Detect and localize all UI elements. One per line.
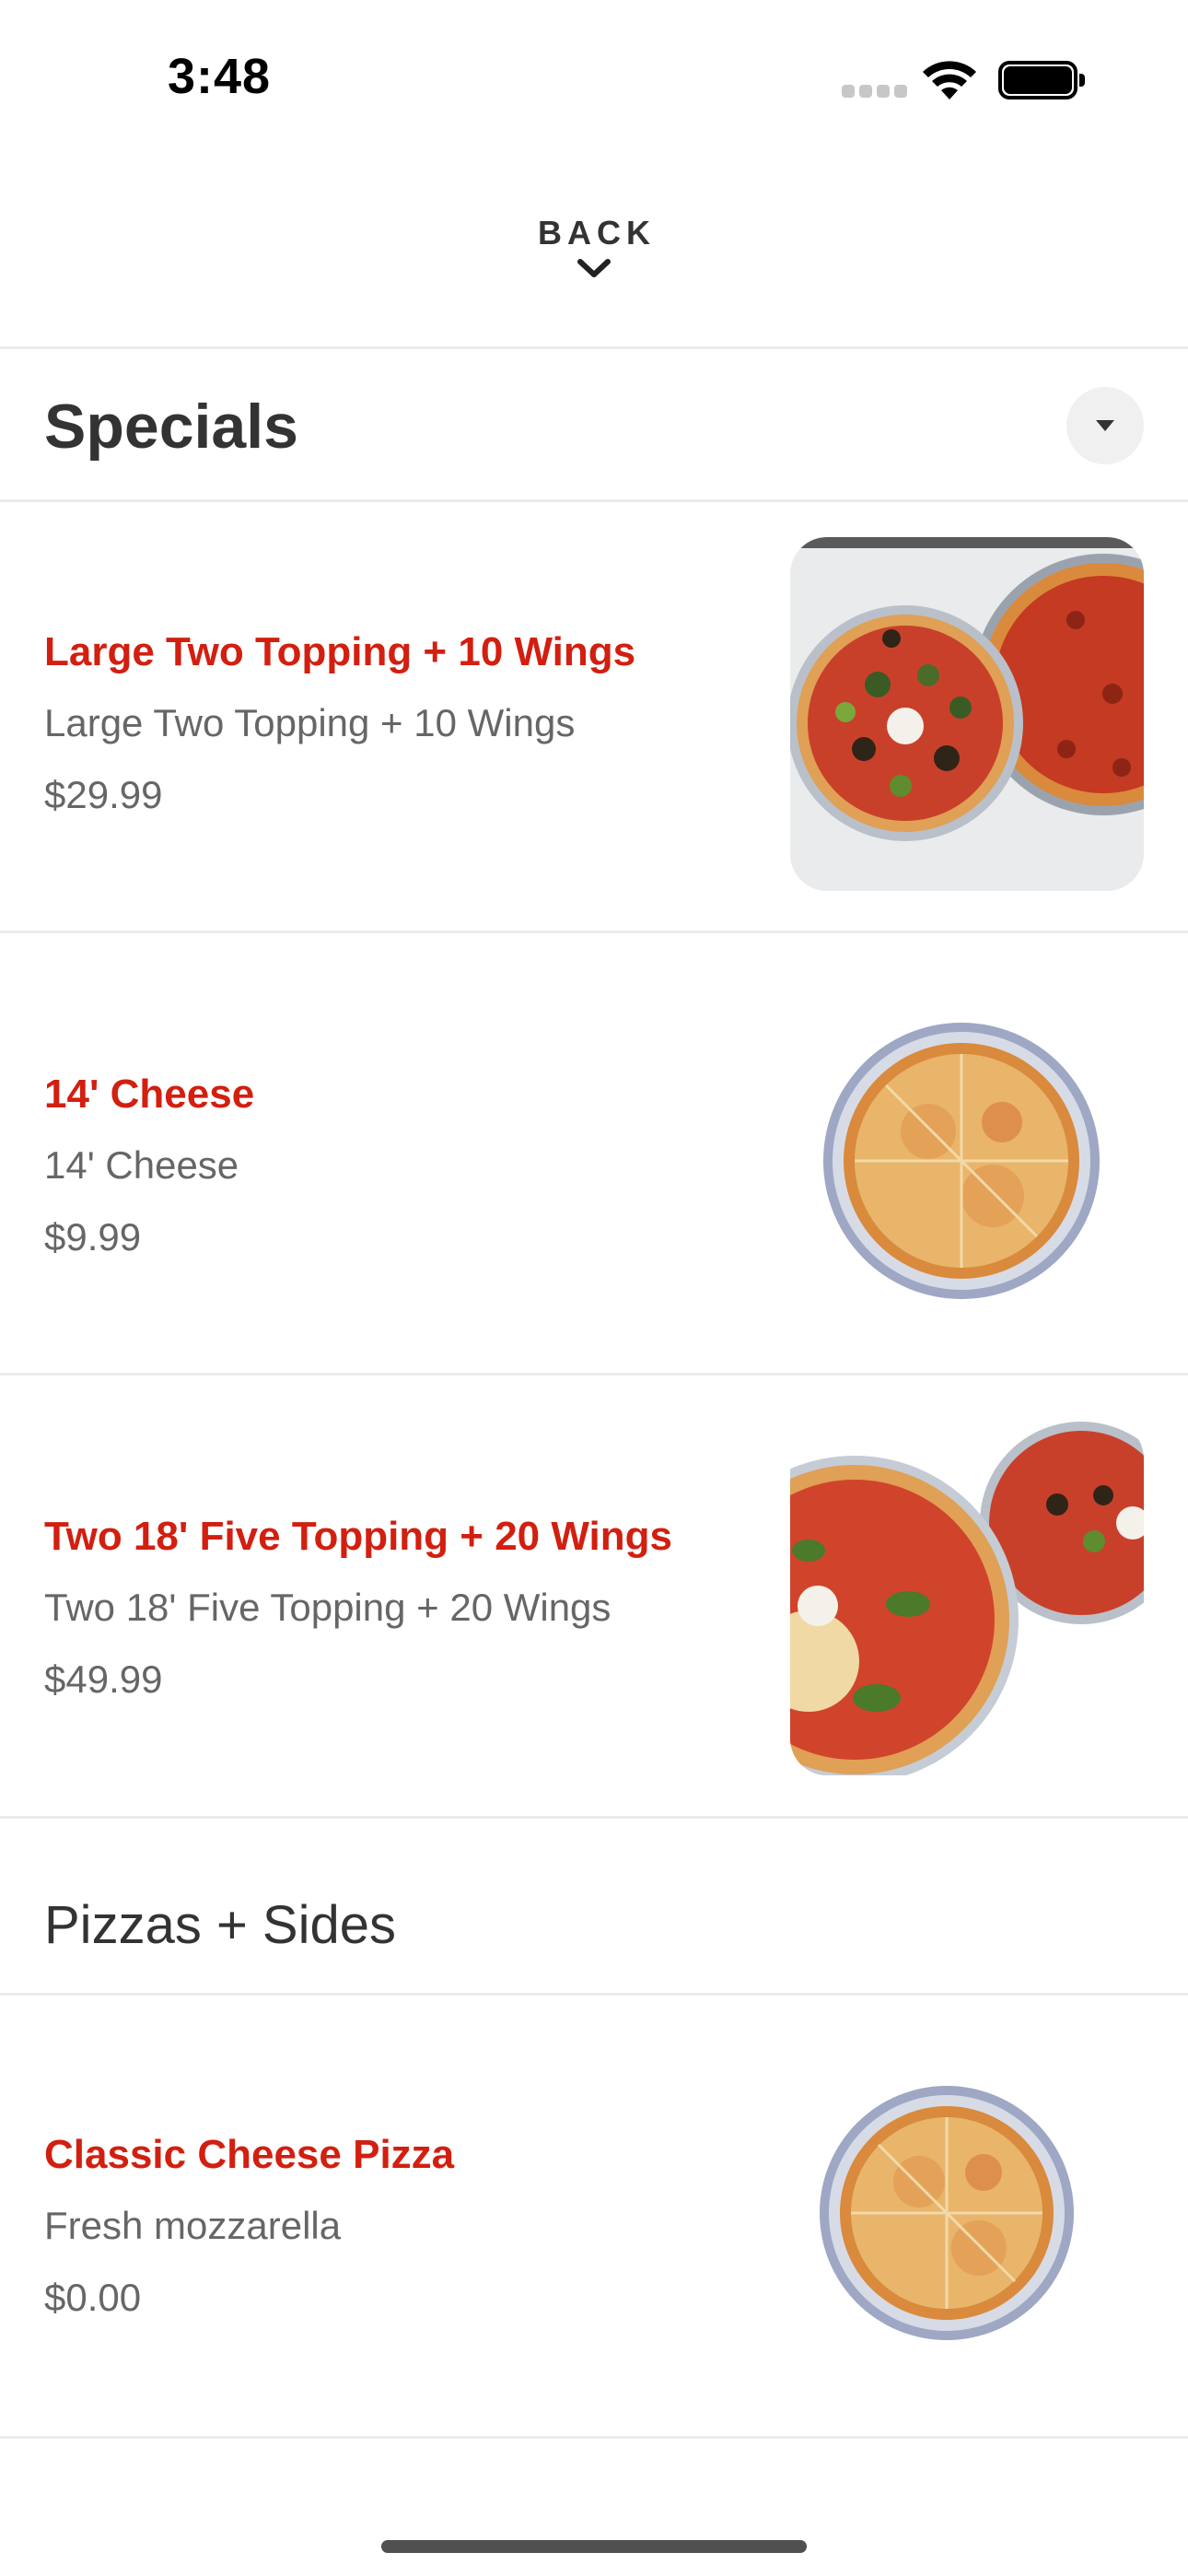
item-description: Two 18' Five Topping + 20 Wings: [44, 1586, 611, 1629]
item-image: [790, 537, 1144, 891]
chevron-down-icon: [577, 259, 611, 277]
item-name: 14' Cheese: [44, 1071, 255, 1117]
menu-item[interactable]: Two 18' Five Topping + 20 Wings Two 18' …: [0, 1376, 1188, 1816]
item-name: Two 18' Five Topping + 20 Wings: [44, 1514, 672, 1559]
section-toggle-button[interactable]: [1066, 387, 1144, 464]
divider: [0, 2436, 1188, 2439]
item-image: [790, 975, 1144, 1329]
menu-item[interactable]: Classic Cheese Pizza Fresh mozzarella $0…: [0, 1996, 1188, 2436]
item-price: $9.99: [44, 1215, 142, 1259]
status-time: 3:48: [168, 49, 272, 104]
section-title-specials: Specials: [44, 392, 298, 462]
item-name: Classic Cheese Pizza: [44, 2132, 455, 2177]
menu-item[interactable]: Large Two Topping + 10 Wings Large Two T…: [0, 502, 1188, 943]
cellular-signal-icon: [842, 85, 907, 98]
item-price: $0.00: [44, 2276, 142, 2319]
battery-icon: [998, 61, 1085, 100]
item-image: [790, 2034, 1144, 2388]
wifi-icon: [923, 61, 976, 100]
section-title-pizzas-sides: Pizzas + Sides: [44, 1895, 397, 1955]
item-description: Large Two Topping + 10 Wings: [44, 701, 576, 744]
caret-down-icon: [1096, 420, 1114, 431]
divider: [0, 1816, 1188, 1819]
item-description: 14' Cheese: [44, 1143, 239, 1187]
menu-item[interactable]: 14' Cheese 14' Cheese $9.99: [0, 933, 1188, 1374]
divider: [0, 346, 1188, 349]
item-price: $49.99: [44, 1657, 163, 1701]
back-button[interactable]: BACK: [502, 214, 686, 315]
item-description: Fresh mozzarella: [44, 2204, 342, 2247]
home-indicator[interactable]: [381, 2540, 807, 2553]
item-name: Large Two Topping + 10 Wings: [44, 629, 636, 674]
status-bar: 3:48: [0, 0, 1188, 157]
item-image: [790, 1422, 1144, 1775]
item-price: $29.99: [44, 773, 163, 816]
back-label: BACK: [538, 214, 656, 252]
